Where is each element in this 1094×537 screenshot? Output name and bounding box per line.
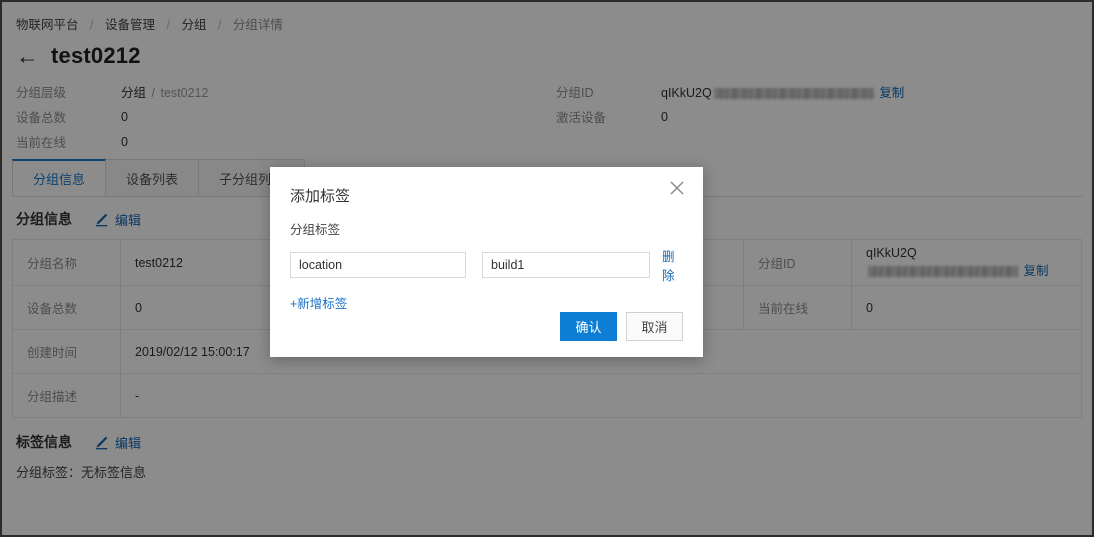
close-icon[interactable] bbox=[668, 179, 690, 201]
app-window: 物联网平台 / 设备管理 / 分组 / 分组详情 ← test0212 分组层级… bbox=[0, 0, 1094, 537]
dialog-header: 添加标签 bbox=[270, 167, 703, 206]
tag-row: 删除 bbox=[290, 246, 683, 284]
confirm-button[interactable]: 确认 bbox=[560, 312, 617, 341]
add-tag-link[interactable]: +新增标签 bbox=[290, 293, 347, 312]
tag-value-input[interactable] bbox=[482, 252, 650, 278]
delete-tag-link[interactable]: 删除 bbox=[662, 246, 683, 284]
tag-key-input[interactable] bbox=[290, 252, 466, 278]
dialog-title: 添加标签 bbox=[290, 188, 351, 205]
cancel-button[interactable]: 取消 bbox=[626, 312, 683, 341]
dialog-body: 分组标签 删除 +新增标签 bbox=[270, 206, 703, 312]
dialog-footer: 确认 取消 bbox=[560, 312, 683, 341]
add-tag-dialog: 添加标签 分组标签 删除 +新增标签 确认 取消 bbox=[270, 167, 703, 357]
tag-field-label: 分组标签 bbox=[290, 223, 341, 237]
